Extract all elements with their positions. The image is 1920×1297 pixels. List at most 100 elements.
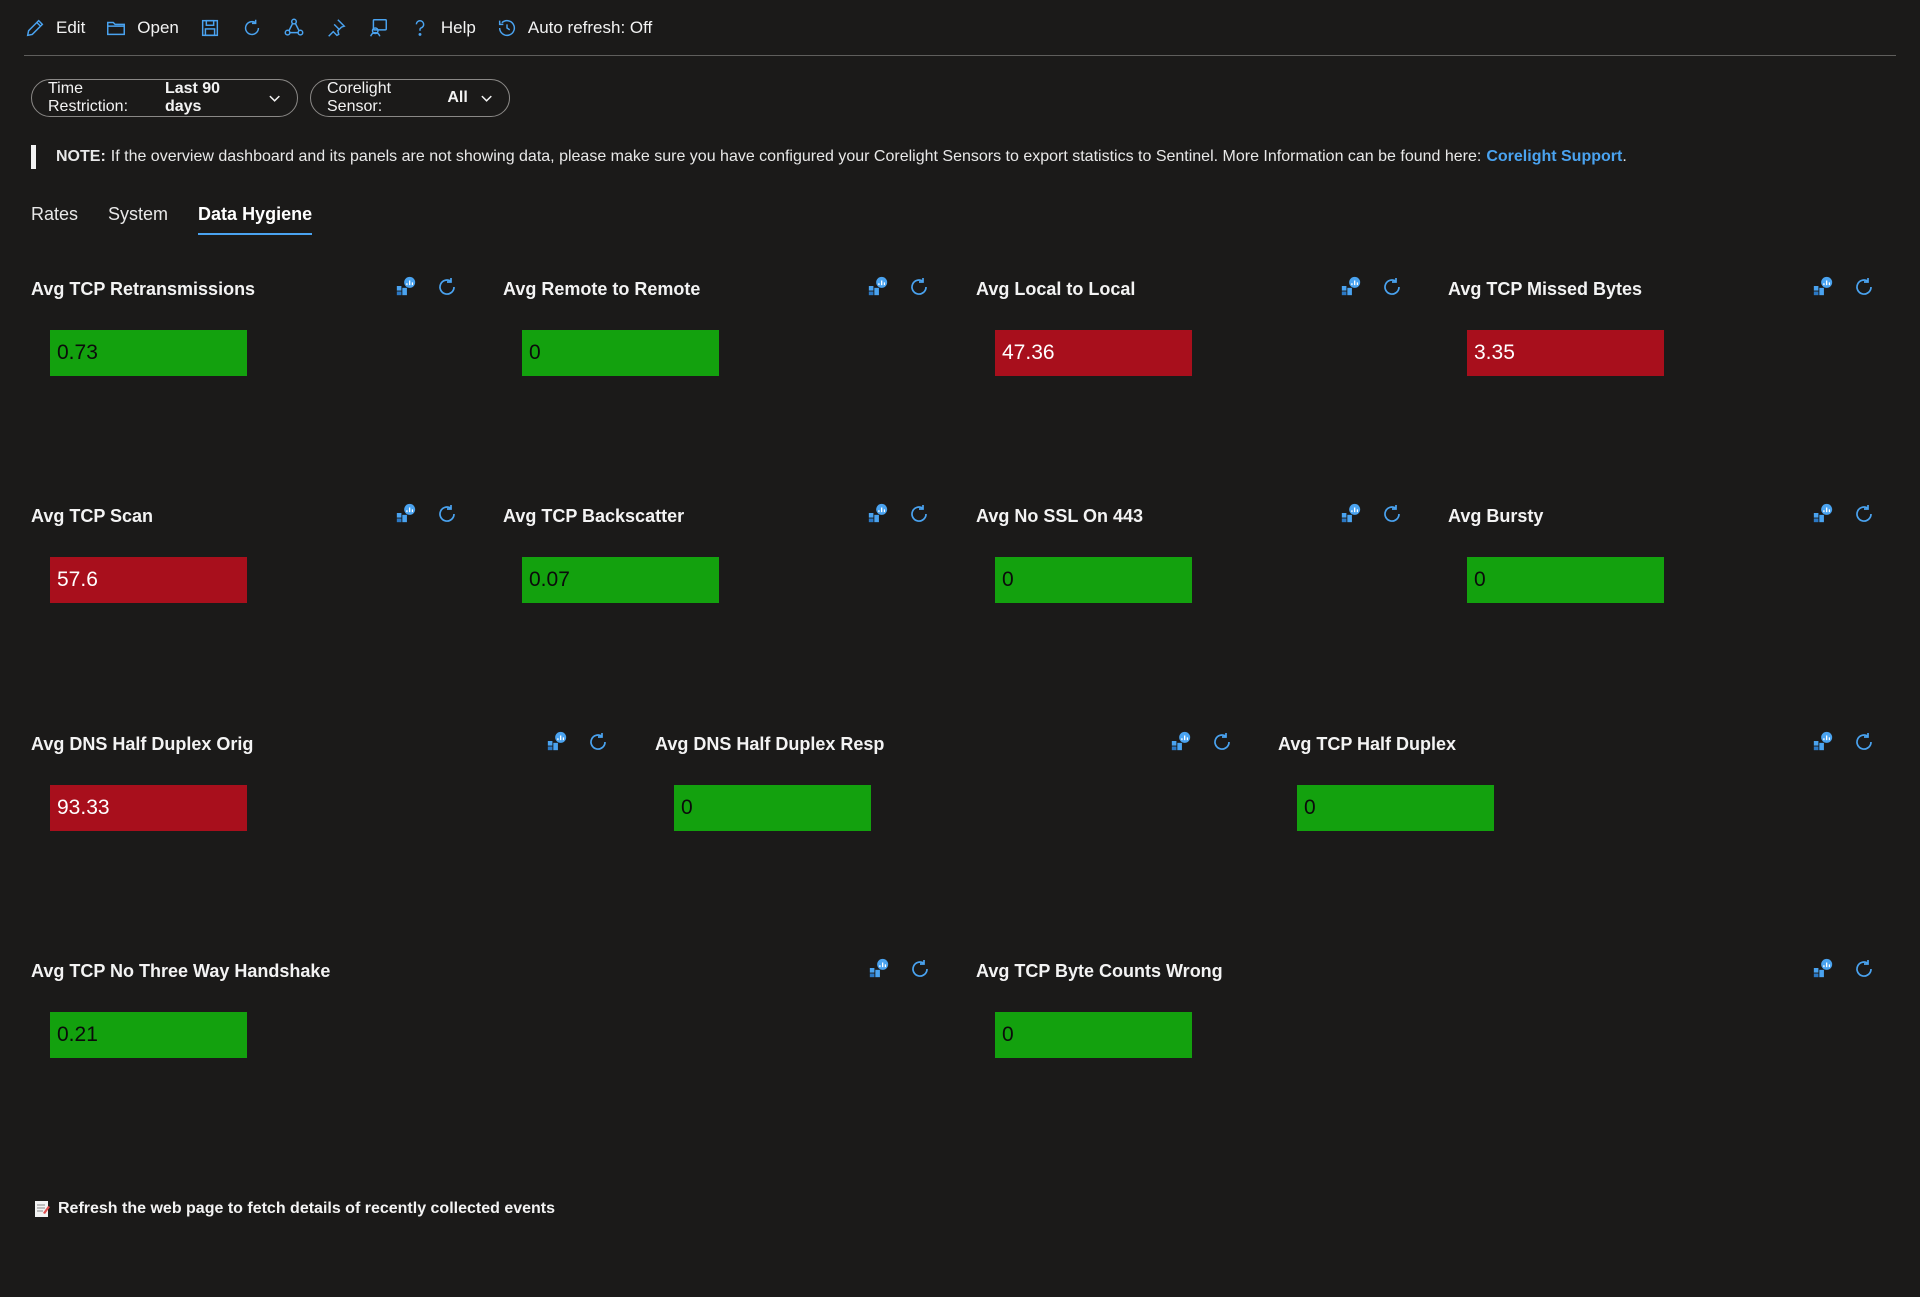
folder-open-icon — [107, 21, 126, 35]
corelight-support-link[interactable]: Corelight Support — [1486, 148, 1622, 166]
refresh-icon[interactable] — [1380, 502, 1404, 526]
metric-tile: Avg No SSL On 443 0 — [976, 503, 1408, 616]
refresh-icon[interactable] — [908, 957, 932, 981]
refresh-icon[interactable] — [907, 275, 931, 299]
refresh-button[interactable] — [241, 8, 263, 48]
pin-button[interactable] — [325, 8, 347, 48]
tile-actions — [1340, 275, 1404, 299]
note-text: If the overview dashboard and its panels… — [110, 148, 1482, 165]
footer-text: Refresh the web page to fetch details of… — [58, 1200, 556, 1217]
tile-actions — [1812, 275, 1876, 299]
open-in-logs-icon[interactable] — [1812, 730, 1836, 754]
tile-value: 0 — [522, 330, 719, 376]
metric-tile: Avg TCP Scan 57.6 — [31, 503, 463, 616]
refresh-icon[interactable] — [1852, 730, 1876, 754]
tile-title: Avg TCP Retransmissions — [31, 279, 256, 299]
open-in-logs-icon[interactable] — [546, 730, 570, 754]
tile-value: 0.21 — [50, 1012, 247, 1058]
open-in-logs-icon[interactable] — [395, 275, 419, 299]
tab-data-hygiene[interactable]: Data Hygiene — [198, 204, 313, 235]
edit-button[interactable]: Edit — [24, 8, 85, 48]
tile-title: Avg No SSL On 443 — [976, 506, 1144, 526]
open-in-logs-icon[interactable] — [1340, 275, 1364, 299]
tile-title: Avg DNS Half Duplex Orig — [31, 734, 254, 754]
open-in-logs-icon[interactable] — [1812, 502, 1836, 526]
tile-title: Avg TCP Missed Bytes — [1448, 279, 1643, 299]
footer-note: Refresh the web page to fetch details of… — [34, 1200, 555, 1218]
tile-actions — [867, 502, 931, 526]
tile-title: Avg TCP Byte Counts Wrong — [976, 961, 1223, 981]
metric-tile: Avg TCP Missed Bytes 3.35 — [1448, 276, 1880, 389]
open-in-logs-icon[interactable] — [868, 957, 892, 981]
corelight-sensor-label: Corelight Sensor: — [327, 80, 392, 115]
metric-tile: Avg DNS Half Duplex Orig 93.33 — [31, 731, 614, 844]
tile-actions — [546, 730, 610, 754]
corelight-sensor-value: All — [447, 89, 468, 106]
tile-actions — [867, 275, 931, 299]
refresh-icon[interactable] — [586, 730, 610, 754]
share-button[interactable] — [283, 8, 305, 48]
metric-tile: Avg TCP Byte Counts Wrong 0 — [976, 958, 1880, 1071]
tile-actions — [1340, 502, 1404, 526]
open-in-logs-icon[interactable] — [867, 275, 891, 299]
time-restriction-value: Last 90 days — [164, 80, 221, 115]
feedback-button[interactable] — [367, 8, 389, 48]
refresh-icon[interactable] — [907, 502, 931, 526]
refresh-icon[interactable] — [435, 502, 459, 526]
refresh-icon[interactable] — [1210, 730, 1234, 754]
share-icon — [284, 18, 304, 36]
tile-value: 0 — [995, 557, 1192, 603]
tile-value: 0 — [1297, 785, 1494, 831]
tile-actions — [1812, 957, 1876, 981]
tile-actions — [395, 502, 459, 526]
metric-tile: Avg TCP Backscatter 0.07 — [503, 503, 935, 616]
corelight-sensor-dropdown[interactable]: Corelight Sensor: All — [310, 79, 510, 117]
time-restriction-dropdown[interactable]: Time Restriction: Last 90 days — [31, 79, 298, 117]
open-in-logs-icon[interactable] — [1340, 502, 1364, 526]
tile-title: Avg Remote to Remote — [503, 279, 701, 299]
tab-system[interactable]: System — [108, 204, 168, 235]
tab-rates[interactable]: Rates — [31, 204, 78, 235]
save-button[interactable] — [199, 8, 221, 48]
note-banner: NOTE: If the overview dashboard and its … — [31, 145, 1627, 169]
refresh-icon[interactable] — [1852, 275, 1876, 299]
tile-title: Avg TCP No Three Way Handshake — [31, 961, 331, 981]
metric-tile: Avg TCP No Three Way Handshake 0.21 — [31, 958, 936, 1071]
tile-title: Avg TCP Scan — [31, 506, 154, 526]
tile-value: 0.07 — [522, 557, 719, 603]
history-icon — [498, 19, 515, 36]
tile-title: Avg DNS Half Duplex Resp — [655, 734, 885, 754]
auto-refresh-label: Auto refresh: Off — [527, 17, 653, 37]
tile-value: 0 — [995, 1012, 1192, 1058]
question-icon — [415, 19, 425, 36]
refresh-icon[interactable] — [435, 275, 459, 299]
open-button[interactable]: Open — [105, 8, 179, 48]
metric-tile: Avg TCP Half Duplex 0 — [1278, 731, 1880, 844]
tile-value: 3.35 — [1467, 330, 1664, 376]
refresh-icon[interactable] — [1380, 275, 1404, 299]
edit-label: Edit — [56, 17, 86, 37]
open-in-logs-icon[interactable] — [1812, 275, 1836, 299]
tile-value: 0.73 — [50, 330, 247, 376]
metric-tile: Avg TCP Retransmissions 0.73 — [31, 276, 463, 389]
help-label: Help — [440, 17, 476, 37]
auto-refresh-button[interactable]: Auto refresh: Off — [496, 8, 652, 48]
tile-value: 47.36 — [995, 330, 1192, 376]
tile-title: Avg TCP Half Duplex — [1278, 734, 1457, 754]
pin-icon — [328, 18, 346, 37]
open-in-logs-icon[interactable] — [1812, 957, 1836, 981]
pencil-icon — [26, 19, 44, 36]
help-button[interactable]: Help — [409, 8, 476, 48]
refresh-icon[interactable] — [1852, 957, 1876, 981]
tile-actions — [1170, 730, 1234, 754]
tile-title: Avg Bursty — [1448, 506, 1544, 526]
open-in-logs-icon[interactable] — [867, 502, 891, 526]
toolbar: Edit Open Help Auto refresh: Off — [24, 0, 1896, 56]
open-in-logs-icon[interactable] — [395, 502, 419, 526]
tile-value: 0 — [1467, 557, 1664, 603]
tile-value: 0 — [674, 785, 871, 831]
metric-tile: Avg Remote to Remote 0 — [503, 276, 935, 389]
refresh-icon[interactable] — [1852, 502, 1876, 526]
note-icon — [35, 1201, 50, 1217]
open-in-logs-icon[interactable] — [1170, 730, 1194, 754]
